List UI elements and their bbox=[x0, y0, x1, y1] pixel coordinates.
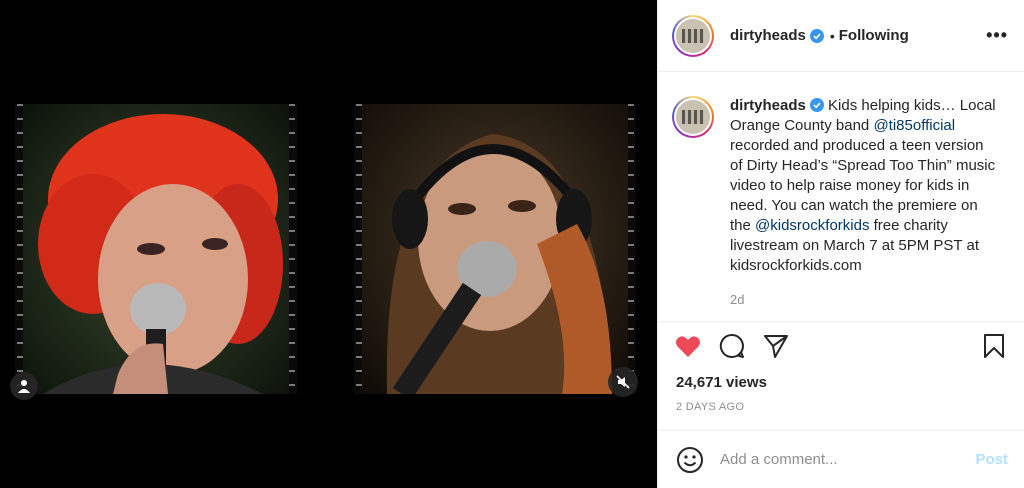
caption-text: dirtyheads Kids helping kids… Local Oran… bbox=[730, 96, 1000, 321]
caption-username[interactable]: dirtyheads bbox=[730, 97, 806, 114]
avatar[interactable] bbox=[672, 14, 714, 57]
separator-dot: • bbox=[829, 27, 835, 44]
action-bar bbox=[658, 322, 1024, 370]
heart-icon bbox=[676, 336, 700, 357]
mention-link-ti85official[interactable]: @ti85official bbox=[873, 117, 955, 134]
save-button[interactable] bbox=[980, 332, 1008, 360]
following-button[interactable]: Following bbox=[839, 27, 909, 44]
caption-age[interactable]: 2d bbox=[730, 290, 1000, 310]
post-timestamp[interactable]: 2 DAYS AGO bbox=[658, 391, 1024, 413]
comment-button[interactable] bbox=[718, 332, 746, 360]
film-edge bbox=[628, 104, 634, 394]
mute-button[interactable] bbox=[608, 367, 638, 397]
share-button[interactable] bbox=[762, 332, 790, 360]
verified-badge-icon bbox=[809, 28, 824, 43]
emoji-icon[interactable] bbox=[676, 446, 704, 474]
post-header: dirtyheads • Following ••• bbox=[658, 0, 1024, 72]
singer-headphones-image bbox=[362, 104, 628, 394]
more-options-button[interactable]: ••• bbox=[986, 25, 1008, 46]
comment-bar: Post bbox=[658, 430, 1024, 488]
comment-icon bbox=[719, 333, 744, 358]
verified-badge-icon bbox=[809, 98, 824, 112]
share-icon bbox=[764, 335, 788, 358]
video-frame-right bbox=[354, 104, 636, 394]
video-player[interactable] bbox=[0, 0, 657, 488]
view-count[interactable]: 24,671 views bbox=[658, 370, 1024, 391]
video-frame-left bbox=[15, 104, 297, 394]
like-button[interactable] bbox=[674, 332, 702, 360]
mention-link-kidsrockforkids[interactable]: @kidsrockforkids bbox=[755, 217, 869, 234]
muted-speaker-icon bbox=[616, 375, 630, 389]
user-tag-icon[interactable] bbox=[10, 372, 38, 400]
post-comment-button[interactable]: Post bbox=[975, 451, 1008, 468]
bookmark-icon bbox=[984, 334, 1004, 358]
post-panel: dirtyheads • Following ••• dirtyheads Ki… bbox=[657, 0, 1024, 488]
caption-section: dirtyheads Kids helping kids… Local Oran… bbox=[658, 72, 1024, 322]
avatar[interactable] bbox=[672, 96, 714, 138]
header-username[interactable]: dirtyheads bbox=[730, 27, 806, 44]
film-edge bbox=[289, 104, 295, 394]
singer-red-hair-image bbox=[23, 104, 289, 394]
comment-input[interactable] bbox=[720, 451, 976, 468]
